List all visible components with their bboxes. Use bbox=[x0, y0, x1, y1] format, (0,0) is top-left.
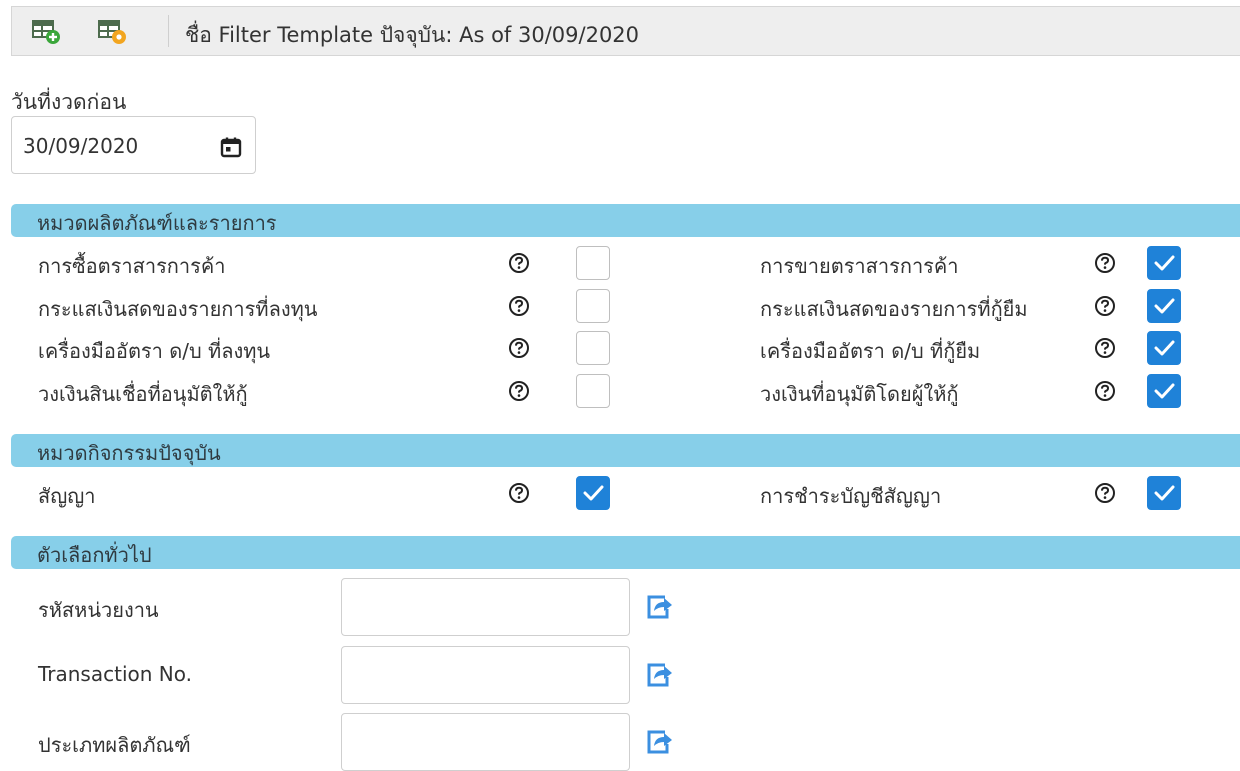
option-checkbox[interactable] bbox=[1147, 331, 1181, 365]
table-add-icon[interactable] bbox=[32, 18, 62, 46]
section-title: หมวดผลิตภัณฑ์และรายการ bbox=[37, 211, 277, 235]
section-header-activity: หมวดกิจกรรมปัจจุบัน bbox=[11, 434, 1240, 467]
help-icon[interactable] bbox=[1094, 252, 1116, 274]
option-checkbox[interactable] bbox=[576, 246, 610, 280]
help-icon[interactable] bbox=[508, 380, 530, 402]
field-input[interactable] bbox=[341, 646, 630, 704]
table-settings-icon[interactable] bbox=[98, 18, 128, 46]
calendar-icon[interactable] bbox=[219, 135, 243, 159]
help-icon[interactable] bbox=[508, 337, 530, 359]
date-value: 30/09/2020 bbox=[23, 134, 139, 158]
section-title: หมวดกิจกรรมปัจจุบัน bbox=[37, 441, 221, 465]
option-checkbox[interactable] bbox=[576, 288, 610, 323]
option-label: เครื่องมืออัตรา ด/บ ที่ลงทุน bbox=[38, 339, 271, 363]
share-icon[interactable] bbox=[646, 662, 674, 688]
option-checkbox[interactable] bbox=[576, 476, 610, 510]
option-label: เครื่องมืออัตรา ด/บ ที่กู้ยืม bbox=[760, 339, 981, 363]
share-icon[interactable] bbox=[646, 729, 674, 755]
help-icon[interactable] bbox=[1094, 482, 1116, 504]
help-icon[interactable] bbox=[508, 252, 530, 274]
option-checkbox[interactable] bbox=[1147, 373, 1181, 408]
help-icon[interactable] bbox=[508, 295, 530, 317]
option-label: การขายตราสารการค้า bbox=[760, 254, 959, 278]
option-label: กระแสเงินสดของรายการที่ลงทุน bbox=[38, 296, 318, 321]
option-checkbox[interactable] bbox=[1147, 246, 1181, 280]
option-checkbox[interactable] bbox=[576, 331, 610, 365]
field-label: ประเภทผลิตภัณฑ์ bbox=[38, 733, 191, 757]
field-input[interactable] bbox=[341, 578, 630, 636]
option-label: กระแสเงินสดของรายการที่กู้ยืม bbox=[760, 296, 1028, 321]
option-checkbox[interactable] bbox=[1147, 476, 1181, 510]
help-icon[interactable] bbox=[1094, 380, 1116, 402]
option-label: การชำระบัญชีสัญญา bbox=[760, 484, 942, 508]
help-icon[interactable] bbox=[508, 482, 530, 504]
help-icon[interactable] bbox=[1094, 337, 1116, 359]
option-label: วงเงินที่อนุมัติโดยผู้ให้กู้ bbox=[760, 381, 959, 406]
toolbar: ชื่อ Filter Template ปัจจุบัน: As of 30/… bbox=[11, 6, 1240, 56]
previous-period-date-input[interactable]: 30/09/2020 bbox=[11, 116, 256, 174]
section-header-product: หมวดผลิตภัณฑ์และรายการ bbox=[11, 204, 1240, 237]
share-icon[interactable] bbox=[646, 594, 674, 620]
option-checkbox[interactable] bbox=[1147, 288, 1181, 323]
section-header-general: ตัวเลือกทั่วไป bbox=[11, 536, 1240, 569]
filter-template-title: ชื่อ Filter Template ปัจจุบัน: As of 30/… bbox=[185, 23, 640, 47]
option-checkbox[interactable] bbox=[576, 373, 610, 408]
field-input[interactable] bbox=[341, 713, 630, 771]
section-title: ตัวเลือกทั่วไป bbox=[37, 543, 152, 567]
option-label: วงเงินสินเชื่อที่อนุมัติให้กู้ bbox=[38, 381, 248, 406]
option-label: การซื้อตราสารการค้า bbox=[38, 254, 226, 278]
field-label: รหัสหน่วยงาน bbox=[38, 598, 159, 622]
help-icon[interactable] bbox=[1094, 295, 1116, 317]
option-label: สัญญา bbox=[38, 484, 96, 508]
previous-period-date-label: วันที่งวดก่อน bbox=[11, 90, 127, 114]
toolbar-divider bbox=[168, 15, 169, 47]
field-label: Transaction No. bbox=[38, 662, 192, 686]
